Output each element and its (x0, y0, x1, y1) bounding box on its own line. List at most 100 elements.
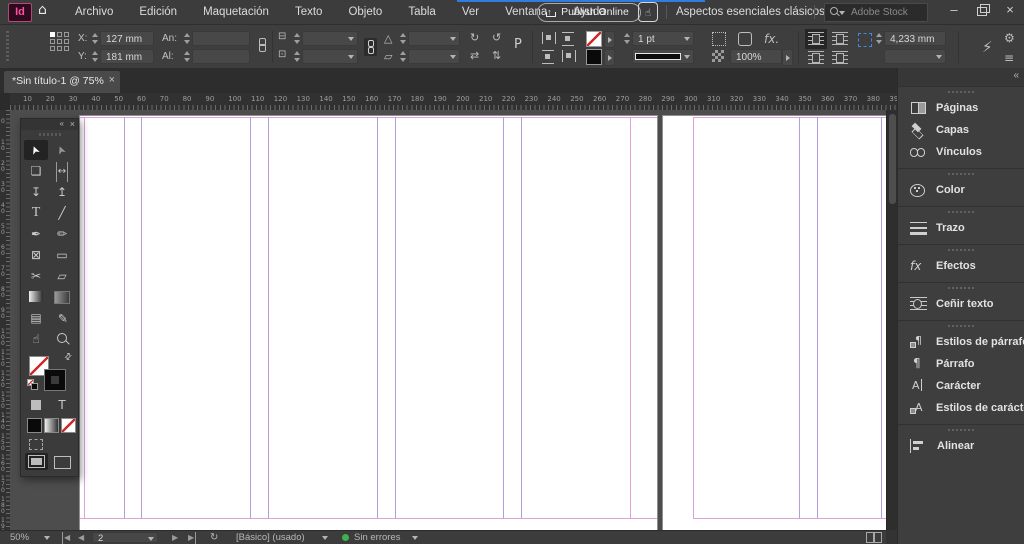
width-stepper[interactable] (182, 31, 191, 46)
search-input[interactable]: Adobe Stock (824, 3, 928, 22)
chevron-down-icon[interactable] (322, 536, 328, 540)
jump-object-icon[interactable] (832, 51, 848, 65)
x-stepper[interactable] (90, 31, 99, 46)
type-tool[interactable]: T (24, 203, 48, 223)
page-number-field[interactable]: 2 (92, 532, 158, 543)
panel-grip[interactable] (6, 31, 9, 61)
collapse-icon[interactable]: « (1013, 70, 1019, 81)
panel-button-alinear[interactable]: Alinear (898, 435, 1024, 457)
free-transform-tool[interactable]: ▱ (50, 266, 74, 286)
wrap-bounding-box-icon[interactable] (832, 32, 848, 46)
line-tool[interactable]: ╱ (50, 203, 74, 223)
panel-button-efectos[interactable]: fx Efectos (898, 255, 1024, 277)
stroke-weight-stepper[interactable] (622, 31, 631, 46)
panel-button-capas[interactable]: Capas (898, 119, 1024, 141)
first-page-button[interactable]: ◀ (62, 532, 70, 544)
stroke-color-swatch[interactable] (586, 49, 602, 65)
screen-mode-preview-button[interactable] (54, 456, 71, 469)
panel-button-paginas[interactable]: Páginas (898, 97, 1024, 119)
content-placer-tool[interactable]: ↥ (50, 182, 74, 202)
menu-tabla[interactable]: Tabla (395, 0, 449, 24)
panel-button-parrafo[interactable]: Párrafo (898, 353, 1024, 375)
menu-texto[interactable]: Texto (282, 0, 336, 24)
formatting-affects-container[interactable] (24, 395, 48, 415)
chevron-down-icon[interactable] (44, 536, 50, 540)
rotation-stepper[interactable] (398, 31, 407, 46)
height-stepper[interactable] (182, 49, 191, 64)
chevron-down-icon[interactable] (148, 537, 154, 541)
panel-button-trazo[interactable]: Trazo (898, 217, 1024, 239)
next-page-button[interactable]: ▶ (172, 532, 178, 544)
chevron-down-icon[interactable] (936, 55, 942, 59)
close-icon[interactable]: × (70, 119, 75, 129)
zoom-tool[interactable] (50, 329, 74, 349)
quick-actions-icon[interactable]: ⚡ (982, 38, 993, 56)
tab-close-icon[interactable]: × (109, 74, 115, 86)
opacity-field[interactable]: 100% (730, 49, 782, 64)
fill-color-swatch[interactable] (586, 31, 602, 47)
rotate-cw-icon[interactable]: ↻ (470, 31, 479, 44)
distribute-icon[interactable] (562, 50, 576, 62)
stroke-expand-button[interactable] (604, 49, 615, 66)
publish-online-button[interactable]: Publish Online (537, 3, 641, 22)
panel-button-vinculos[interactable]: Vínculos (898, 141, 1024, 163)
default-fill-stroke-icon[interactable] (27, 379, 37, 389)
scissors-tool[interactable]: ✂ (24, 266, 48, 286)
direct-selection-tool[interactable]: ➤ (50, 140, 74, 160)
corner-options-icon[interactable] (712, 32, 726, 46)
wrap-offset-field[interactable]: 4,233 mm (884, 31, 946, 46)
chevron-down-icon[interactable] (348, 37, 354, 41)
panel-button-estilos-caracter[interactable]: Estilos de carácter (898, 397, 1024, 419)
document-canvas[interactable] (10, 110, 886, 530)
width-field[interactable] (192, 31, 250, 46)
view-options-icon[interactable] (29, 439, 43, 450)
rectangle-tool[interactable]: ▭ (50, 245, 74, 265)
constrain-proportions-icon[interactable] (258, 38, 266, 52)
chevron-down-icon[interactable] (412, 536, 418, 540)
collapse-icon[interactable]: « (60, 119, 64, 128)
notes-tool[interactable]: ▤ (24, 308, 48, 328)
stroke-swatch[interactable] (45, 370, 65, 390)
chevron-down-icon[interactable] (450, 37, 456, 41)
panel-button-cenir-texto[interactable]: Ceñir texto (898, 293, 1024, 315)
window-close-button[interactable]: × (996, 0, 1024, 22)
scrollbar-thumb[interactable] (889, 114, 896, 204)
preflight-status[interactable]: Sin errores (354, 532, 400, 544)
constrain-scale-icon[interactable] (364, 38, 377, 56)
screen-mode-normal-button[interactable] (25, 453, 48, 470)
workspace-switcher[interactable]: Aspectos esenciales clásicos (676, 0, 842, 24)
wrap-object-shape-icon[interactable] (808, 51, 824, 65)
horizontal-ruler[interactable]: 1020304050607080901001101201301401501601… (10, 93, 897, 111)
no-text-wrap-icon[interactable] (808, 32, 824, 46)
panel-button-color[interactable]: Color (898, 179, 1024, 201)
height-field[interactable] (192, 49, 250, 64)
home-icon[interactable]: ⌂ (38, 2, 47, 18)
swap-fill-stroke-icon[interactable]: ⇄ (63, 351, 75, 363)
distribute-icon[interactable] (542, 50, 554, 64)
y-field[interactable]: 181 mm (100, 49, 154, 64)
chevron-down-icon[interactable] (684, 37, 690, 41)
selection-tool[interactable]: ➤ (24, 140, 48, 160)
panel-grip[interactable] (39, 133, 61, 136)
scale-y-stepper[interactable] (292, 49, 301, 64)
menu-archivo[interactable]: Archivo (62, 0, 126, 24)
previous-page-button[interactable]: ◀ (78, 532, 84, 544)
chevron-down-icon[interactable] (684, 55, 690, 59)
corner-shape-icon[interactable] (738, 32, 752, 46)
menu-objeto[interactable]: Objeto (335, 0, 395, 24)
distribute-icon[interactable] (542, 32, 556, 44)
chevron-down-icon[interactable] (450, 55, 456, 59)
panel-button-estilos-parrafo[interactable]: Estilos de párrafo (898, 331, 1024, 353)
rectangle-frame-tool[interactable]: ⊠ (24, 245, 48, 265)
page-left[interactable] (80, 116, 657, 530)
formatting-affects-text[interactable]: T (50, 395, 74, 415)
eyedropper-tool[interactable]: ✐ (50, 308, 74, 328)
effects-button[interactable]: fx. (764, 32, 779, 46)
panel-button-caracter[interactable]: Carácter (898, 375, 1024, 397)
gradient-feather-tool[interactable] (50, 287, 74, 307)
share-button[interactable]: ☝ (638, 2, 658, 22)
flip-horizontal-icon[interactable]: ⇄ (470, 49, 479, 62)
tools-panel-header[interactable]: « × (21, 119, 78, 130)
flip-vertical-icon[interactable]: ⇅ (492, 49, 501, 62)
chevron-down-icon[interactable] (348, 55, 354, 59)
